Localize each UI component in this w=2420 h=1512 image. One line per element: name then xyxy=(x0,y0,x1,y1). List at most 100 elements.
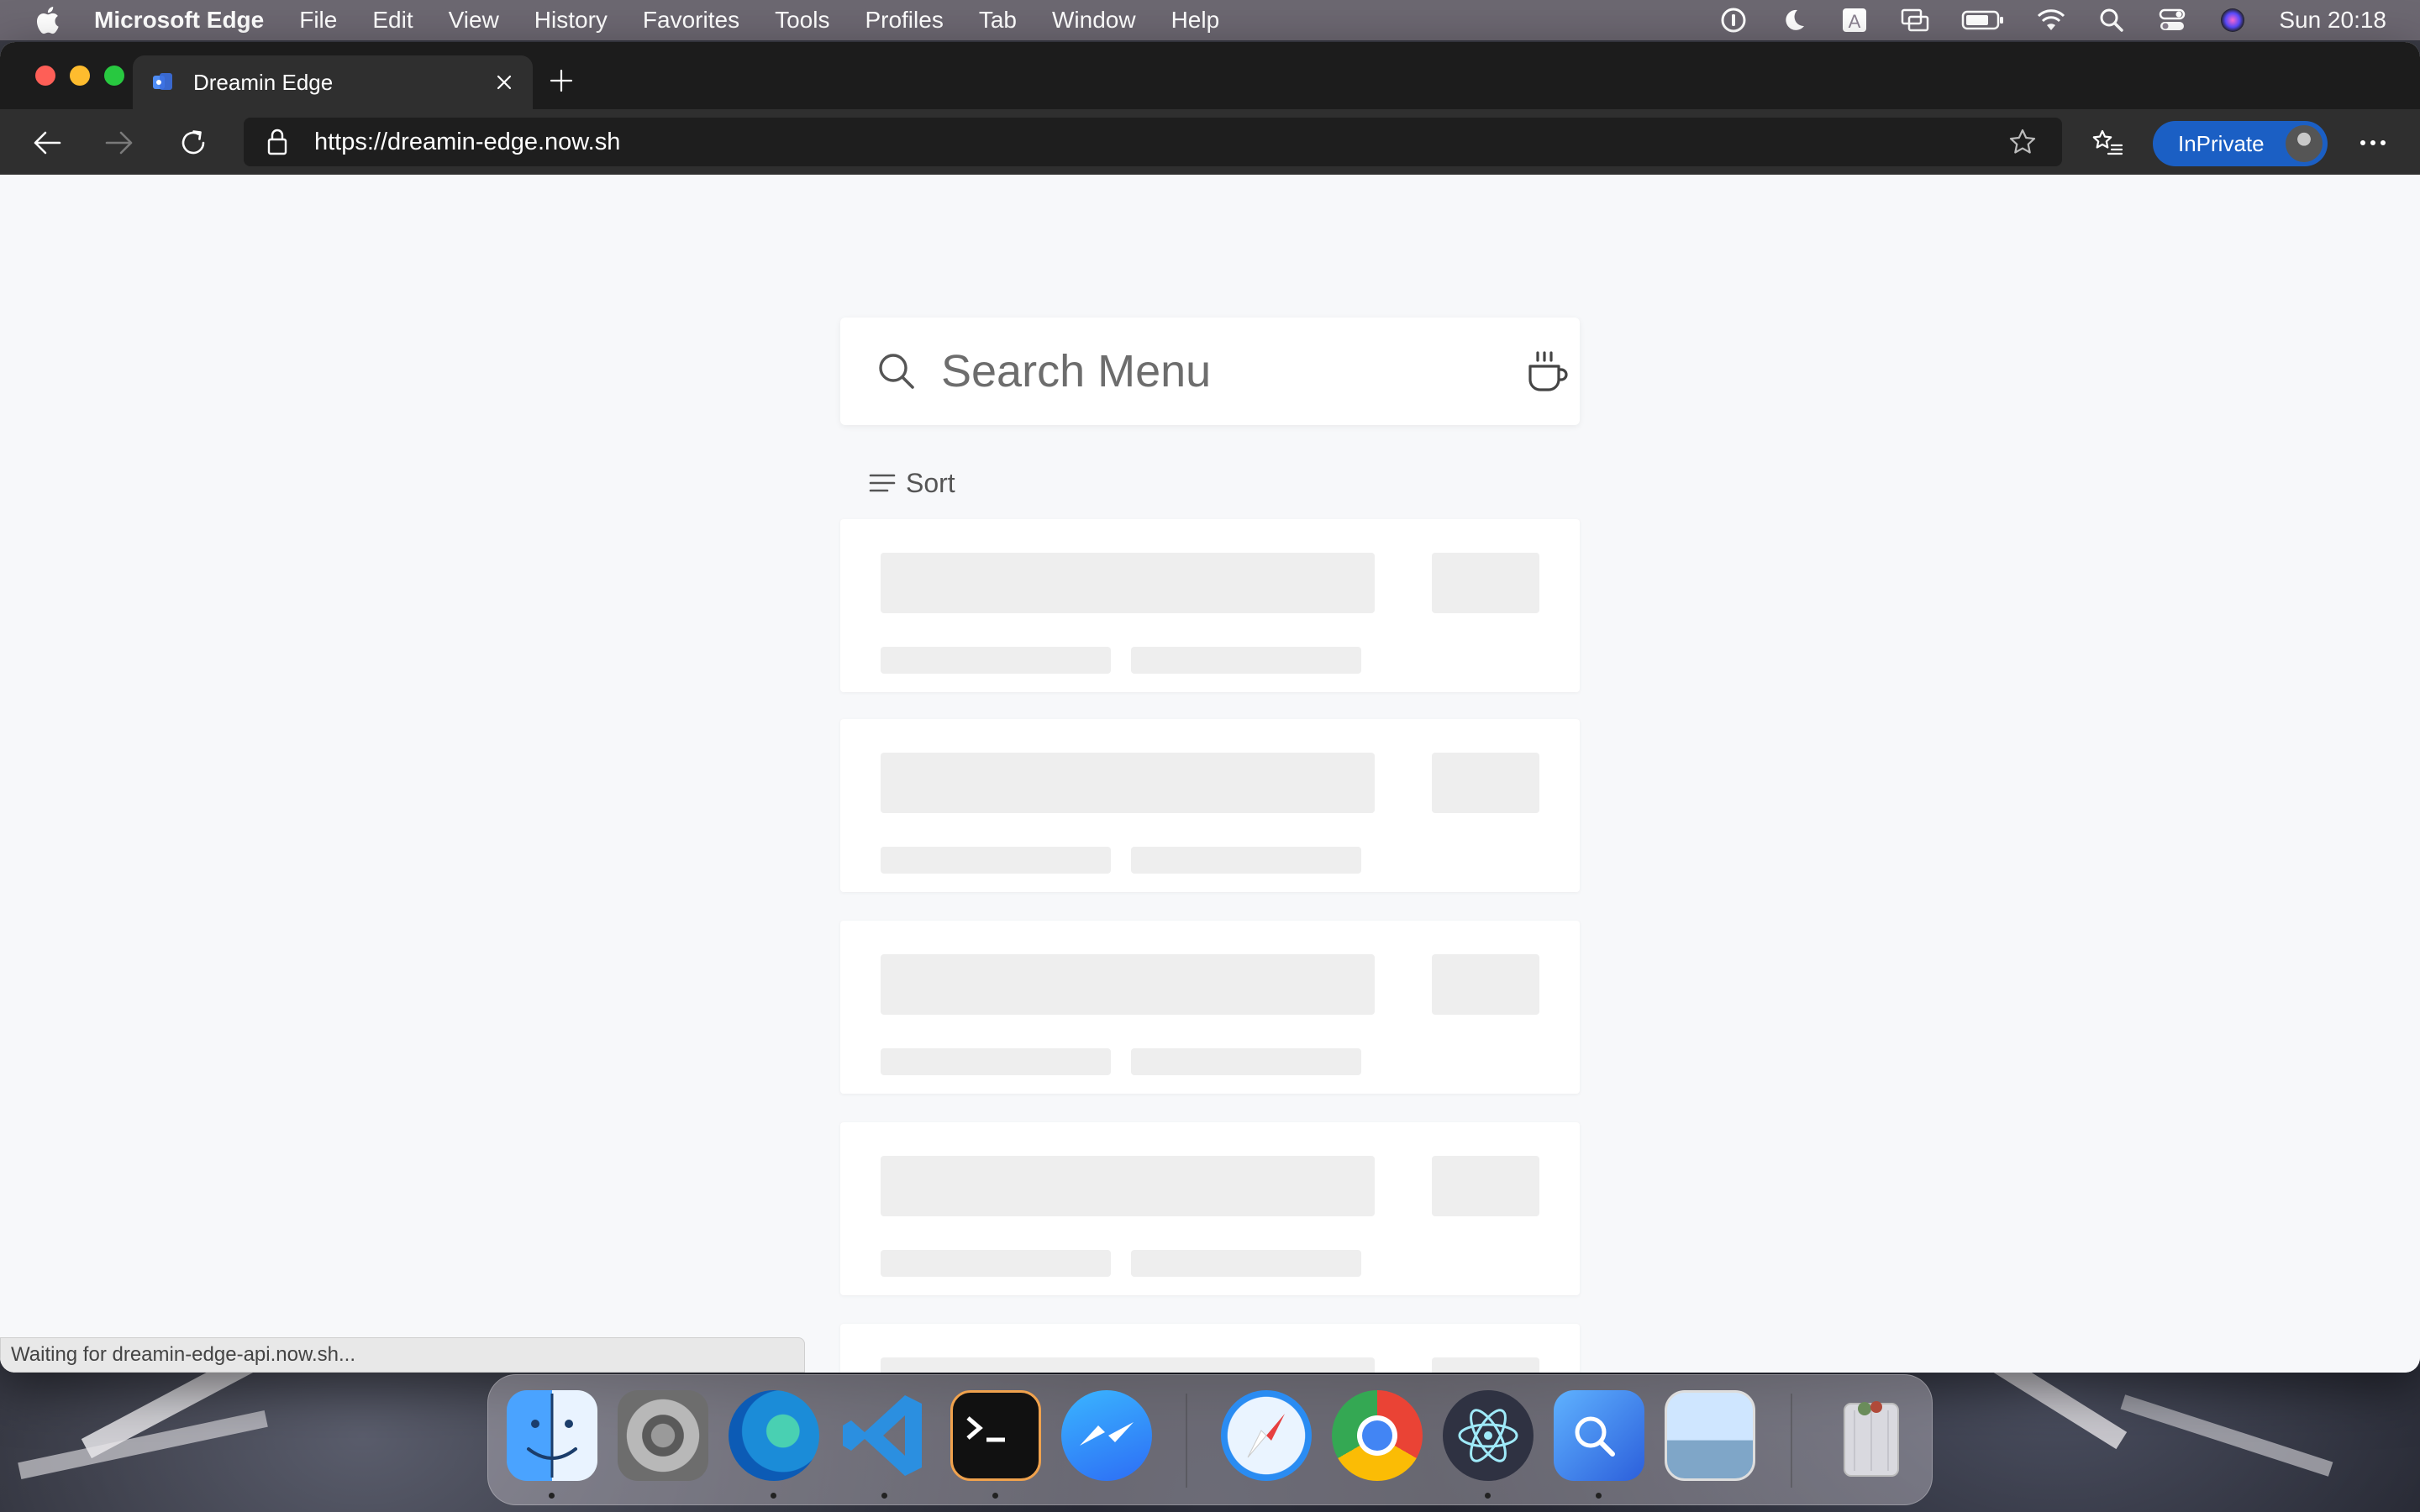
back-arrow-icon[interactable] xyxy=(29,124,66,161)
electron-dock-icon[interactable] xyxy=(1443,1390,1534,1481)
more-options-icon[interactable] xyxy=(2354,124,2391,161)
input-source-icon[interactable]: A xyxy=(1840,6,1869,34)
menu-item-skeleton xyxy=(840,719,1580,892)
browser-toolbar: https://dreamin-edge.now.sh InPrivate xyxy=(0,109,2420,175)
close-window-button[interactable] xyxy=(35,66,55,86)
microsoft-edge-dock-icon[interactable] xyxy=(729,1390,819,1481)
add-favorite-star-icon[interactable] xyxy=(2003,123,2042,161)
inprivate-label: InPrivate xyxy=(2178,130,2265,156)
menu-item-skeleton xyxy=(840,519,1580,692)
skeleton-title xyxy=(881,553,1375,613)
messenger-dock-icon[interactable] xyxy=(1061,1390,1152,1481)
menu-history[interactable]: History xyxy=(517,7,625,34)
sort-label: Sort xyxy=(906,467,955,498)
control-center-icon[interactable] xyxy=(2158,6,2186,34)
tab-title: Dreamin Edge xyxy=(193,69,334,95)
close-tab-icon[interactable] xyxy=(487,66,521,99)
running-indicator xyxy=(771,1493,776,1499)
menu-tab[interactable]: Tab xyxy=(961,7,1034,34)
window-controls xyxy=(35,66,124,86)
skeleton-price xyxy=(1432,1357,1539,1373)
screen-mirroring-icon[interactable] xyxy=(1901,6,1929,34)
search-icon xyxy=(877,350,916,392)
new-tab-icon[interactable] xyxy=(544,64,578,97)
profile-avatar xyxy=(2286,125,2323,162)
url-text[interactable]: https://dreamin-edge.now.sh xyxy=(314,129,2003,156)
page-content: Sort xyxy=(0,175,2420,1373)
tab-favicon-icon xyxy=(151,71,175,94)
skeleton-title xyxy=(881,753,1375,813)
skeleton-price xyxy=(1432,753,1539,813)
macos-menu-bar: Microsoft Edge File Edit View History Fa… xyxy=(0,0,2420,40)
skeleton-meta xyxy=(881,847,1111,874)
apple-menu-icon[interactable] xyxy=(0,6,94,34)
skeleton-title xyxy=(881,954,1375,1015)
running-indicator xyxy=(549,1493,555,1499)
siri-icon[interactable] xyxy=(2218,6,2247,34)
favorites-icon[interactable] xyxy=(2089,124,2126,161)
menu-item-skeleton xyxy=(840,921,1580,1094)
menu-favorites[interactable]: Favorites xyxy=(625,7,757,34)
tab-strip: Dreamin Edge xyxy=(0,42,2420,109)
skeleton-meta xyxy=(1131,847,1361,874)
finder-dock-icon[interactable] xyxy=(507,1390,597,1481)
proxyman-dock-icon[interactable] xyxy=(1554,1390,1644,1481)
battery-icon[interactable] xyxy=(1961,6,2005,34)
running-indicator xyxy=(1596,1493,1602,1499)
search-input[interactable] xyxy=(941,345,1525,397)
google-chrome-dock-icon[interactable] xyxy=(1332,1390,1423,1481)
skeleton-price xyxy=(1432,954,1539,1015)
lock-icon[interactable] xyxy=(262,127,292,157)
browser-window: Dreamin Edge https://dreamin-edge.now.sh xyxy=(0,42,2420,1373)
skeleton-meta xyxy=(1131,1048,1361,1075)
wifi-icon[interactable] xyxy=(2037,6,2065,34)
svg-text:A: A xyxy=(1849,11,1861,32)
address-bar[interactable]: https://dreamin-edge.now.sh xyxy=(244,118,2062,166)
skeleton-meta xyxy=(1131,647,1361,674)
menu-file[interactable]: File xyxy=(281,7,355,34)
refresh-icon[interactable] xyxy=(175,124,212,161)
minimize-window-button[interactable] xyxy=(70,66,90,86)
sort-lines-icon xyxy=(867,468,897,498)
safari-dock-icon[interactable] xyxy=(1221,1390,1312,1481)
skeleton-meta xyxy=(881,1250,1111,1277)
trash-dock-icon[interactable] xyxy=(1826,1390,1917,1481)
running-indicator xyxy=(992,1493,998,1499)
menu-item-skeleton xyxy=(840,1122,1580,1295)
onepassword-icon[interactable] xyxy=(1719,6,1748,34)
menu-app-name[interactable]: Microsoft Edge xyxy=(94,7,281,34)
menu-window[interactable]: Window xyxy=(1034,7,1154,34)
menubar-clock[interactable]: Sun 20:18 xyxy=(2279,7,2386,34)
spotlight-icon[interactable] xyxy=(2097,6,2126,34)
skeleton-price xyxy=(1432,553,1539,613)
skeleton-meta xyxy=(1131,1250,1361,1277)
search-menu-bar[interactable] xyxy=(840,318,1580,425)
inprivate-button[interactable]: InPrivate xyxy=(2153,121,2328,166)
maximize-window-button[interactable] xyxy=(104,66,124,86)
skeleton-meta xyxy=(881,647,1111,674)
skeleton-meta xyxy=(881,1048,1111,1075)
running-indicator xyxy=(881,1493,887,1499)
menu-profiles[interactable]: Profiles xyxy=(847,7,960,34)
skeleton-price xyxy=(1432,1156,1539,1216)
terminal-dock-icon[interactable] xyxy=(950,1390,1041,1481)
skeleton-title xyxy=(881,1357,1375,1373)
menu-edit[interactable]: Edit xyxy=(355,7,430,34)
menu-view[interactable]: View xyxy=(431,7,517,34)
tab-dreamin-edge[interactable]: Dreamin Edge xyxy=(133,55,533,109)
coffee-cup-icon[interactable] xyxy=(1525,348,1570,395)
dock-separator xyxy=(1791,1394,1792,1488)
vscode-dock-icon[interactable] xyxy=(839,1390,930,1481)
moon-icon[interactable] xyxy=(1780,6,1808,34)
menu-item-skeleton xyxy=(840,1324,1580,1373)
running-indicator xyxy=(1485,1493,1491,1499)
preview-dock-icon[interactable] xyxy=(1665,1390,1755,1481)
menu-help[interactable]: Help xyxy=(1154,7,1238,34)
skeleton-title xyxy=(881,1156,1375,1216)
dock-separator xyxy=(1186,1394,1187,1488)
sort-button[interactable]: Sort xyxy=(867,462,955,504)
menu-tools[interactable]: Tools xyxy=(757,7,847,34)
system-preferences-dock-icon[interactable] xyxy=(618,1390,708,1481)
forward-arrow-icon[interactable] xyxy=(101,124,138,161)
macos-dock xyxy=(487,1374,1933,1505)
